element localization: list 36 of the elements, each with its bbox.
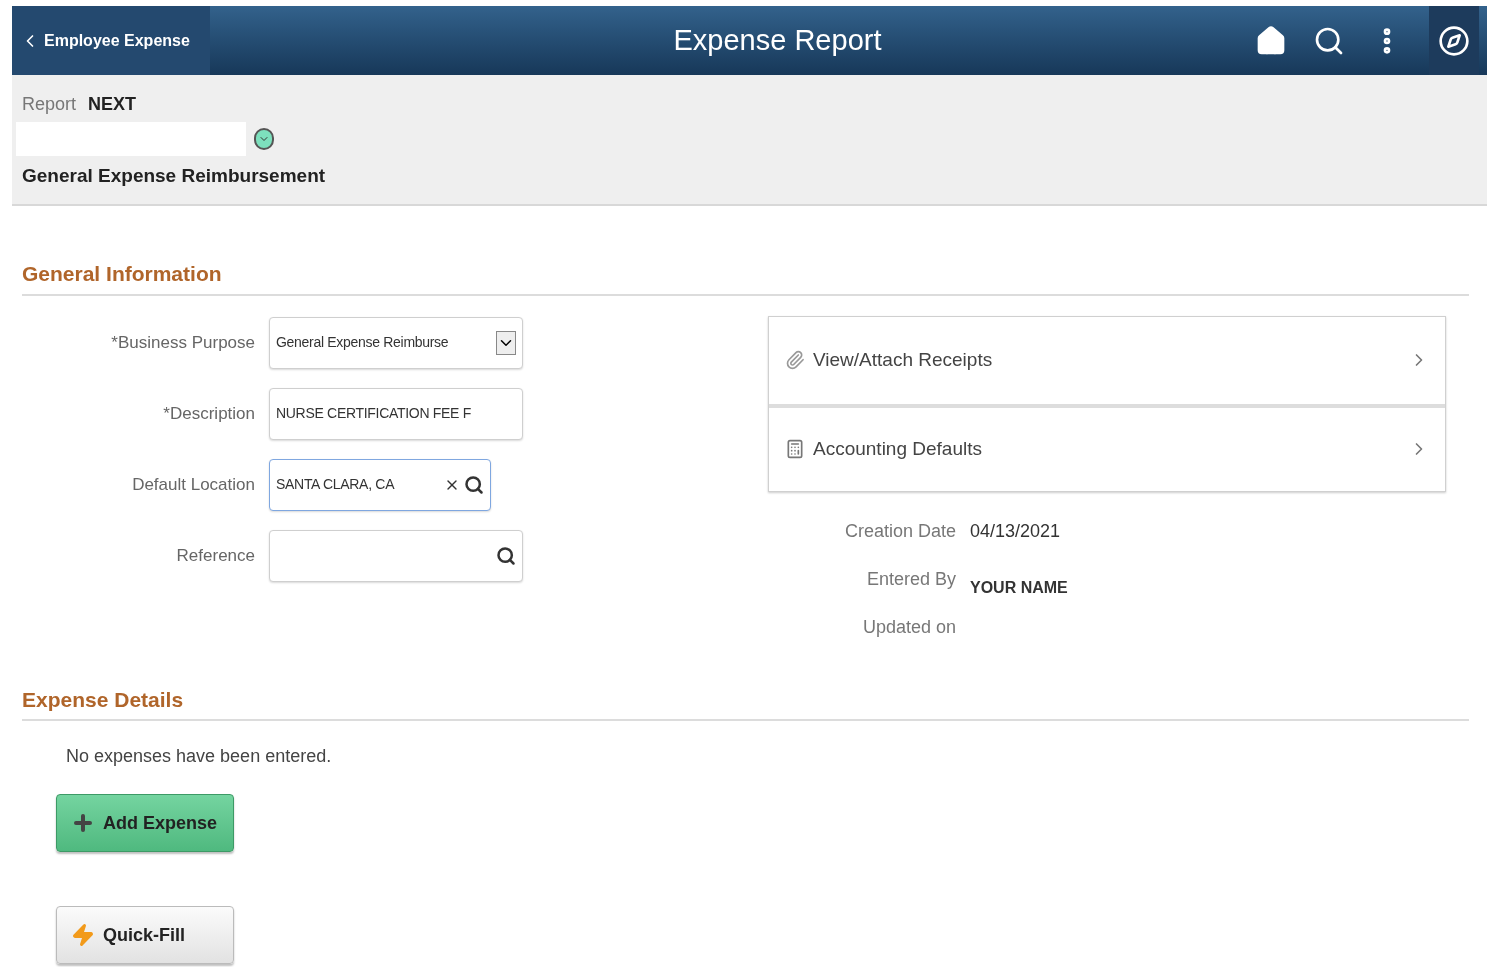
search-icon[interactable]	[464, 474, 484, 495]
link-label: View/Attach Receipts	[813, 347, 994, 372]
quick-fill-button[interactable]: Quick-Fill	[56, 906, 234, 964]
dropdown-field[interactable]: General Expense Reimburse	[269, 316, 523, 369]
calculator-icon	[785, 439, 805, 459]
report-id: NEXT	[88, 93, 137, 116]
paperclip-icon	[785, 350, 805, 370]
field-label: *Description	[162, 402, 255, 425]
back-button[interactable]: Employee Expense	[12, 6, 210, 75]
home-icon[interactable]	[1255, 24, 1287, 57]
field-label: Default Location	[131, 473, 255, 496]
info-value: 04/13/2021	[970, 519, 1061, 543]
report-label: Report	[22, 93, 77, 116]
section-title: Expense Details	[22, 687, 184, 711]
info-label: Updated on	[861, 615, 956, 639]
compass-icon[interactable]	[1438, 24, 1470, 57]
info-value: YOUR NAME	[970, 577, 1068, 598]
lightning-icon	[71, 923, 95, 947]
empty-message: No expenses have been entered.	[66, 745, 333, 768]
info-label: Entered By	[865, 567, 956, 591]
expand-icon[interactable]	[254, 128, 274, 150]
info-label: Creation Date	[843, 519, 956, 543]
page-title: Expense Report	[673, 22, 882, 58]
search-icon[interactable]	[496, 545, 516, 566]
input-field[interactable]: SANTA CLARA, CA	[269, 458, 491, 511]
panel-link[interactable]: View/Attach Receipts	[769, 316, 1445, 404]
input-field[interactable]	[269, 529, 523, 582]
field-label: Reference	[175, 544, 255, 567]
section-title: General Information	[22, 262, 222, 285]
input-field[interactable]: NURSE CERTIFICATION FEE F	[269, 387, 523, 440]
panel-link[interactable]: Accounting Defaults	[769, 403, 1445, 491]
report-name: General Expense Reimbursement	[22, 164, 327, 188]
plus-icon	[71, 811, 95, 835]
link-label: Accounting Defaults	[813, 436, 983, 461]
field-label: *Business Purpose	[110, 331, 255, 354]
add-expense-button[interactable]: Add Expense	[56, 794, 234, 852]
